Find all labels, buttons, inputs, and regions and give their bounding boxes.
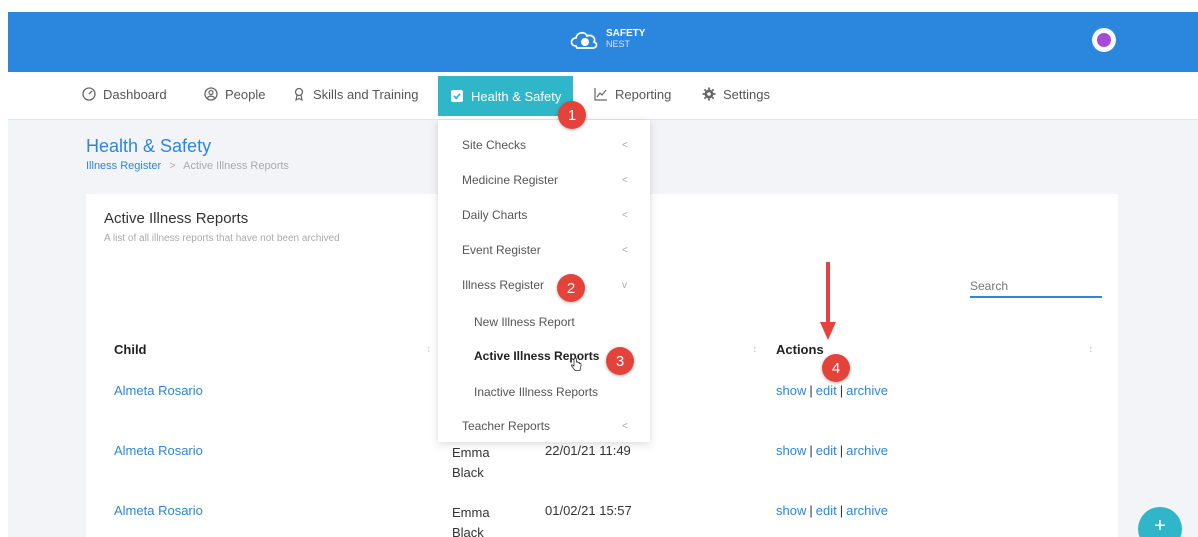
menu-item-event-register[interactable]: Event Register [462,243,541,257]
submenu-new-illness-report[interactable]: New Illness Report [474,315,575,329]
person-icon [204,87,218,101]
row-actions: show | edit | archive [776,383,888,398]
action-separator: | [839,383,844,398]
sort-icon[interactable]: ↕ [1088,344,1093,355]
chevron-left-icon: < [622,421,628,432]
nav-label: People [225,86,266,102]
sort-icon[interactable]: ↕ [426,344,431,355]
avatar[interactable] [1092,28,1116,52]
submenu-inactive-illness-reports[interactable]: Inactive Illness Reports [474,385,598,399]
edit-link[interactable]: edit [816,503,837,518]
show-link[interactable]: show [776,503,806,518]
nav-label: Reporting [615,86,672,102]
column-header-child[interactable]: Child [114,342,147,357]
nav-health-and-safety[interactable]: Health & Safety [438,76,574,116]
chevron-left-icon: < [622,175,628,186]
arrow-down-icon [820,262,836,340]
archive-link[interactable]: archive [846,503,888,518]
app-name-main: SAFETY [606,28,646,39]
chevron-down-icon: v [622,280,627,291]
show-link[interactable]: show [776,383,806,398]
menu-item-medicine-register[interactable]: Medicine Register [462,173,558,187]
search-input[interactable] [970,276,1102,298]
gear-icon [702,87,716,101]
child-link[interactable]: Almeta Rosario [114,443,203,458]
card-title: Active Illness Reports [104,210,249,227]
breadcrumb: Illness Register > Active Illness Report… [86,160,289,172]
nav-label: Dashboard [103,86,167,102]
step-badge: 2 [557,274,585,302]
sort-icon[interactable]: ↕ [752,344,757,355]
action-separator: | [809,503,813,518]
main-nav: Dashboard People Skills and Training Hea… [8,72,1198,120]
edit-link[interactable]: edit [816,443,837,458]
award-icon [294,87,304,101]
card-subtitle: A list of all illness reports that have … [104,233,340,244]
show-link[interactable]: show [776,443,806,458]
action-separator: | [839,443,844,458]
top-bar: SAFETY NEST [8,12,1198,72]
staff-name: Emma Black [452,505,490,537]
dashboard-icon [82,87,96,101]
step-badge: 1 [558,101,586,129]
row-actions: show | edit | archive [776,443,888,458]
nav-label: Health & Safety [471,88,562,104]
avatar-image [1097,33,1111,47]
app-name-sub: NEST [606,39,631,49]
chevron-left-icon: < [622,210,628,221]
nav-settings[interactable]: Settings [702,72,770,116]
page-title: Health & Safety [86,136,212,156]
nav-reporting[interactable]: Reporting [594,72,671,116]
row-actions: show | edit | archive [776,503,888,518]
app-name: SAFETY NEST [606,28,646,50]
column-header-actions: Actions [776,342,824,357]
report-date: 22/01/21 11:49 [545,443,631,458]
nav-label: Settings [723,86,770,102]
nav-dashboard[interactable]: Dashboard [82,72,167,116]
child-link[interactable]: Almeta Rosario [114,503,203,518]
edit-link[interactable]: edit [816,383,837,398]
nav-people[interactable]: People [204,72,265,116]
archive-link[interactable]: archive [846,383,888,398]
archive-link[interactable]: archive [846,443,888,458]
staff-name: Emma Black [452,445,490,480]
menu-item-daily-charts[interactable]: Daily Charts [462,208,527,222]
line-chart-icon [594,88,607,101]
hand-cursor-icon [571,358,582,371]
breadcrumb-link[interactable]: Illness Register [86,160,161,172]
chevron-left-icon: < [622,245,628,256]
chevron-left-icon: < [622,140,628,151]
nav-skills-and-training[interactable]: Skills and Training [292,72,419,116]
child-link[interactable]: Almeta Rosario [114,383,203,398]
step-badge: 4 [822,354,850,382]
step-badge: 3 [606,347,634,375]
menu-item-illness-register[interactable]: Illness Register [462,278,544,292]
breadcrumb-separator: > [169,160,176,172]
menu-item-site-checks[interactable]: Site Checks [462,138,526,152]
nav-label: Skills and Training [313,86,419,102]
checkbox-icon [451,90,463,102]
action-separator: | [809,383,813,398]
health-safety-dropdown: Site Checks < Medicine Register < Daily … [438,120,650,442]
breadcrumb-current: Active Illness Reports [183,160,289,172]
action-separator: | [839,503,844,518]
app-logo[interactable]: SAFETY NEST [568,26,645,52]
action-separator: | [809,443,813,458]
cloud-logo-icon [570,31,598,49]
menu-item-teacher-reports[interactable]: Teacher Reports [462,419,550,433]
report-date: 01/02/21 15:57 [545,503,632,518]
